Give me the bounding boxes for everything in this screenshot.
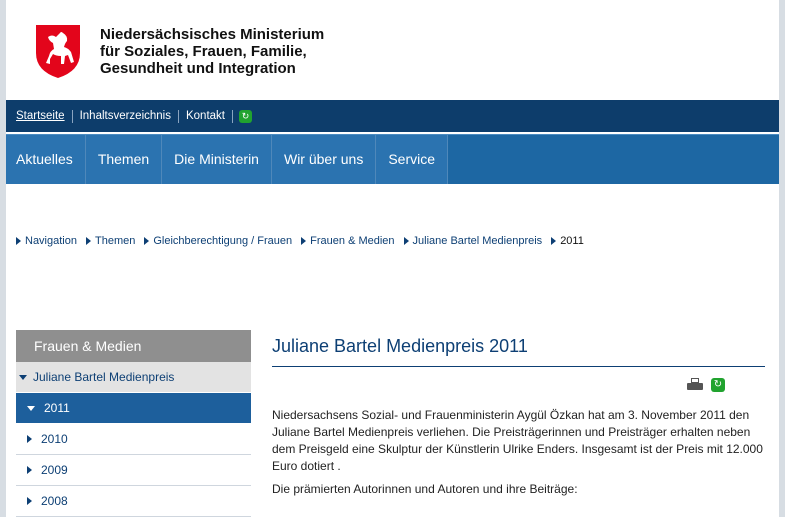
sidebar-item-medienpreis[interactable]: Juliane Bartel Medienpreis <box>16 362 251 393</box>
site-header: Niedersächsisches Ministerium für Sozial… <box>6 0 779 100</box>
breadcrumb-label: Gleichberechtigung / Frauen <box>153 235 293 247</box>
breadcrumb-arrow-icon <box>551 237 557 245</box>
nav-item-aktuelles[interactable]: Aktuelles <box>6 135 86 184</box>
sidebar-item-2010[interactable]: 2010 <box>16 424 251 455</box>
sidebar-item-2011[interactable]: 2011 <box>16 393 251 424</box>
breadcrumb-label: Juliane Bartel Medienpreis <box>412 235 543 247</box>
sidebar-title: Frauen & Medien <box>16 330 251 362</box>
breadcrumb-item-frauen-medien[interactable]: Frauen & Medien <box>301 235 395 247</box>
winners-intro: Die prämierten Autorinnen und Autoren un… <box>272 482 578 496</box>
breadcrumb-arrow-icon <box>403 237 409 245</box>
expand-arrow-icon <box>19 374 27 380</box>
breadcrumb-item-themen[interactable]: Themen <box>85 235 136 247</box>
rss-icon[interactable]: ↻ <box>238 109 252 123</box>
sidebar-item-2008[interactable]: 2008 <box>16 486 251 517</box>
breadcrumb-item-navigation[interactable]: Navigation <box>16 235 77 247</box>
breadcrumb: Navigation Themen Gleichberechtigung / F… <box>16 235 593 247</box>
expand-arrow-icon <box>27 405 35 411</box>
nav-item-service[interactable]: Service <box>376 135 449 184</box>
sidebar-item-label: 2010 <box>41 432 68 446</box>
ministry-name-line2: für Soziales, Frauen, Familie, <box>100 43 307 60</box>
breadcrumb-label: Frauen & Medien <box>310 235 395 247</box>
print-icon[interactable] <box>687 378 703 392</box>
utility-bar: Startseite Inhaltsverzeichnis Kontakt ↻ <box>6 100 779 132</box>
sidebar-item-label: Juliane Bartel Medienpreis <box>33 370 175 384</box>
ministry-name[interactable]: Niedersächsisches Ministerium für Sozial… <box>100 26 324 77</box>
util-link-startseite[interactable]: Startseite <box>16 109 73 123</box>
nav-item-die-ministerin[interactable]: Die Ministerin <box>162 135 272 184</box>
util-link-inhaltsverzeichnis[interactable]: Inhaltsverzeichnis <box>73 109 179 123</box>
sidebar-item-label: 2009 <box>41 463 68 477</box>
sidebar-item-2009[interactable]: 2009 <box>16 455 251 486</box>
sidebar: Frauen & Medien Juliane Bartel Medienpre… <box>16 330 251 517</box>
arrow-right-icon <box>27 466 32 474</box>
breadcrumb-label: 2011 <box>560 235 584 247</box>
sidebar-item-label: 2008 <box>41 494 68 508</box>
breadcrumb-item-gleichberechtigung[interactable]: Gleichberechtigung / Frauen <box>144 235 292 247</box>
page-frame-right <box>779 0 785 517</box>
arrow-right-icon <box>27 435 32 443</box>
breadcrumb-label: Themen <box>94 235 136 247</box>
nav-item-wir-ueber-uns[interactable]: Wir über uns <box>271 135 377 184</box>
breadcrumb-arrow-icon <box>85 237 91 245</box>
ministry-name-line1: Niedersächsisches Ministerium <box>100 26 325 43</box>
util-link-kontakt[interactable]: Kontakt <box>179 109 233 123</box>
breadcrumb-label: Navigation <box>25 235 77 247</box>
sidebar-item-label: 2011 <box>44 401 70 415</box>
breadcrumb-item-current: 2011 <box>551 235 584 247</box>
ministry-name-line3: Gesundheit und Integration <box>100 60 296 77</box>
main-content: Juliane Bartel Medienpreis 2011 ↻ Nieder… <box>272 334 765 498</box>
print-icon-body <box>687 383 703 390</box>
nav-item-themen[interactable]: Themen <box>85 135 163 184</box>
nav-filler <box>448 135 779 184</box>
breadcrumb-arrow-icon <box>144 237 150 245</box>
main-navigation: Aktuelles Themen Die Ministerin Wir über… <box>6 134 779 184</box>
page-title: Juliane Bartel Medienpreis 2011 <box>272 334 765 367</box>
horse-logo-icon[interactable] <box>34 23 82 79</box>
rss-icon[interactable]: ↻ <box>711 378 725 392</box>
content-tools: ↻ <box>272 371 765 399</box>
arrow-right-icon <box>27 497 32 505</box>
breadcrumb-item-medienpreis[interactable]: Juliane Bartel Medienpreis <box>403 235 543 247</box>
intro-paragraph: Niedersachsens Sozial- und Frauenministe… <box>272 408 763 473</box>
breadcrumb-arrow-icon <box>301 237 307 245</box>
breadcrumb-arrow-icon <box>16 237 21 245</box>
